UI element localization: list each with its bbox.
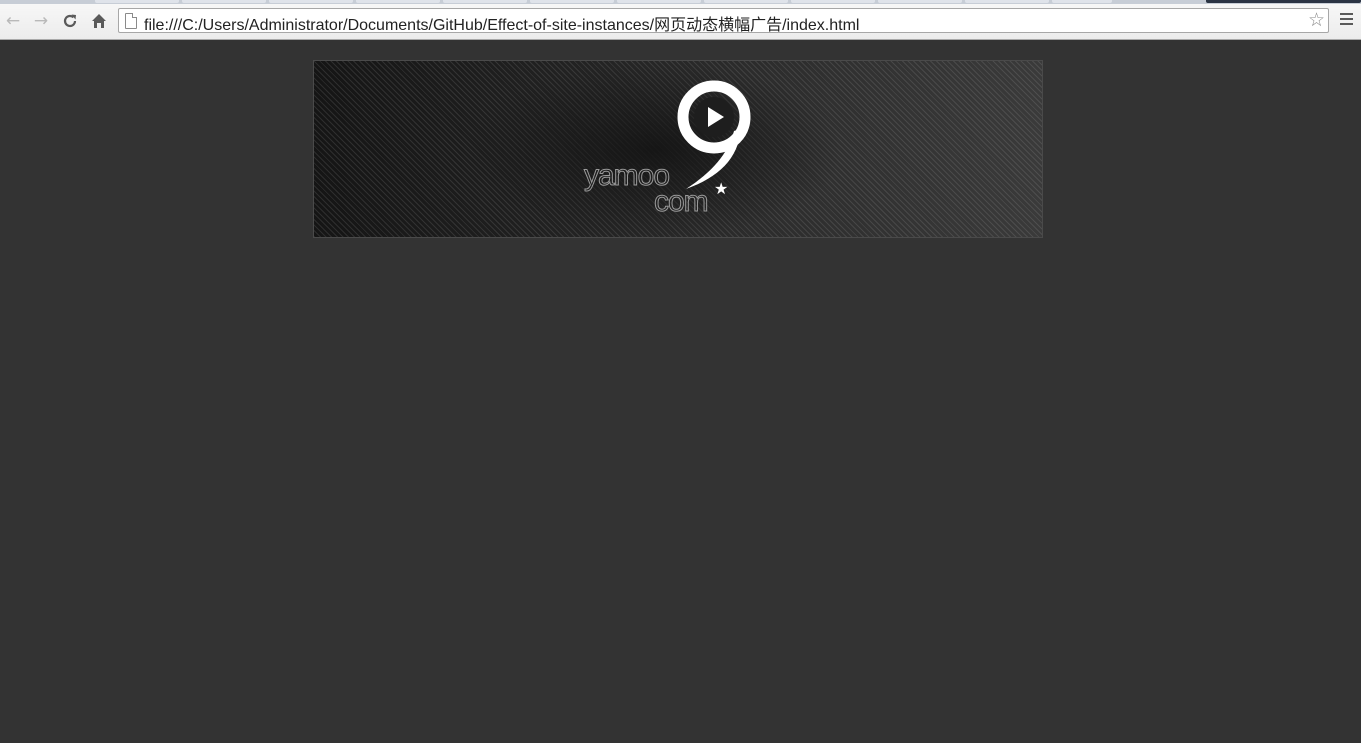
tab[interactable] [965,0,1049,3]
logo-text: yamoo com [583,160,710,218]
banner-ad[interactable]: yamoo com ★ [313,60,1043,238]
back-arrow-icon: ← [5,11,21,31]
tab[interactable] [704,0,788,3]
star-icon: ★ [714,179,729,198]
tab[interactable] [617,0,701,3]
reload-button[interactable] [58,9,82,33]
home-button[interactable] [87,9,111,33]
bookmark-star-icon[interactable]: ☆ [1308,9,1325,31]
address-bar[interactable]: file:///C:/Users/Administrator/Documents… [118,8,1329,35]
tab-active[interactable] [1206,0,1361,3]
page-icon [125,13,137,29]
browser-toolbar: ← → file:///C:/Users/Administrator/Docum… [0,4,1361,40]
url-text[interactable]: file:///C:/Users/Administrator/Documents… [144,11,859,35]
tab[interactable] [182,0,266,3]
tab[interactable] [878,0,962,3]
menu-button[interactable] [1340,13,1353,28]
tab[interactable] [530,0,614,3]
logo-line-com: com [654,185,710,218]
tab[interactable] [1052,0,1112,3]
tab[interactable] [791,0,875,3]
hamburger-menu-icon [1340,13,1353,15]
home-icon [92,14,106,28]
tab[interactable] [356,0,440,3]
tab[interactable] [443,0,527,3]
tab[interactable] [269,0,353,3]
back-button[interactable]: ← [1,9,25,33]
forward-button[interactable]: → [29,9,53,33]
tab[interactable] [95,0,179,3]
reload-icon [63,14,77,28]
forward-arrow-icon: → [33,11,49,31]
